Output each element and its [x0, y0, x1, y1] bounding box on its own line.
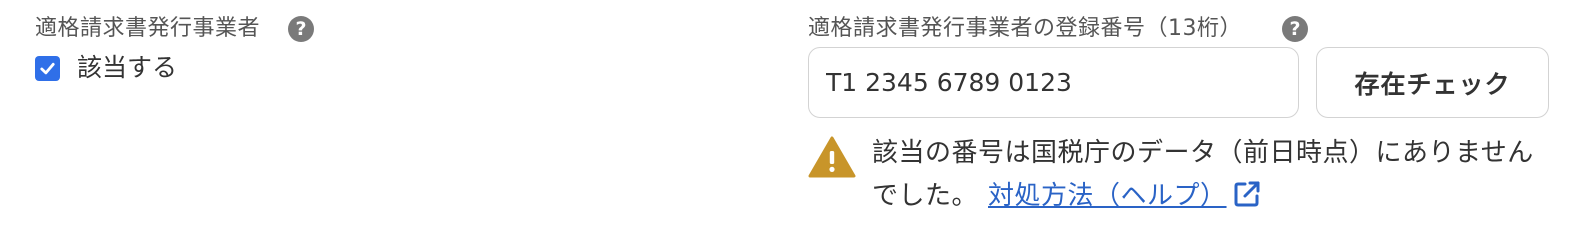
help-icon[interactable]: ?	[1282, 16, 1308, 42]
qualified-issuer-label-row: 適格請求書発行事業者 ?	[35, 14, 315, 44]
existence-check-button[interactable]: 存在チェック	[1316, 47, 1549, 118]
registration-number-input[interactable]	[808, 47, 1299, 118]
help-icon[interactable]: ?	[288, 16, 315, 42]
registration-number-input-row: 存在チェック	[808, 47, 1553, 118]
external-link-icon[interactable]	[1231, 178, 1263, 210]
qualified-issuer-checkbox-label[interactable]: 該当する	[77, 53, 177, 83]
checkmark-icon	[40, 62, 55, 74]
qualified-issuer-checkbox[interactable]	[35, 55, 60, 81]
warning-message: 該当の番号は国税庁のデータ（前日時点）にありませんでした。 対処方法（ヘルプ）	[808, 132, 1553, 218]
invoice-registration-form: 適格請求書発行事業者 ? 該当する 適格請求書発行事業者の登録番号（13桁） ?…	[0, 0, 1584, 242]
warning-triangle-icon	[808, 136, 856, 178]
registration-number-label: 適格請求書発行事業者の登録番号（13桁）	[808, 16, 1242, 41]
qualified-issuer-label: 適格請求書発行事業者	[35, 16, 261, 41]
qualified-issuer-checkbox-row[interactable]: 該当する	[35, 53, 314, 83]
qualified-issuer-section: 適格請求書発行事業者 ? 該当する	[35, 14, 315, 83]
help-link[interactable]: 対処方法（ヘルプ）	[988, 181, 1227, 211]
registration-number-section: 適格請求書発行事業者の登録番号（13桁） ? 存在チェック 該当の番号は国税庁の…	[808, 14, 1553, 218]
registration-number-label-row: 適格請求書発行事業者の登録番号（13桁） ?	[808, 14, 1553, 44]
warning-text: 該当の番号は国税庁のデータ（前日時点）にありませんでした。 対処方法（ヘルプ）	[872, 132, 1553, 218]
